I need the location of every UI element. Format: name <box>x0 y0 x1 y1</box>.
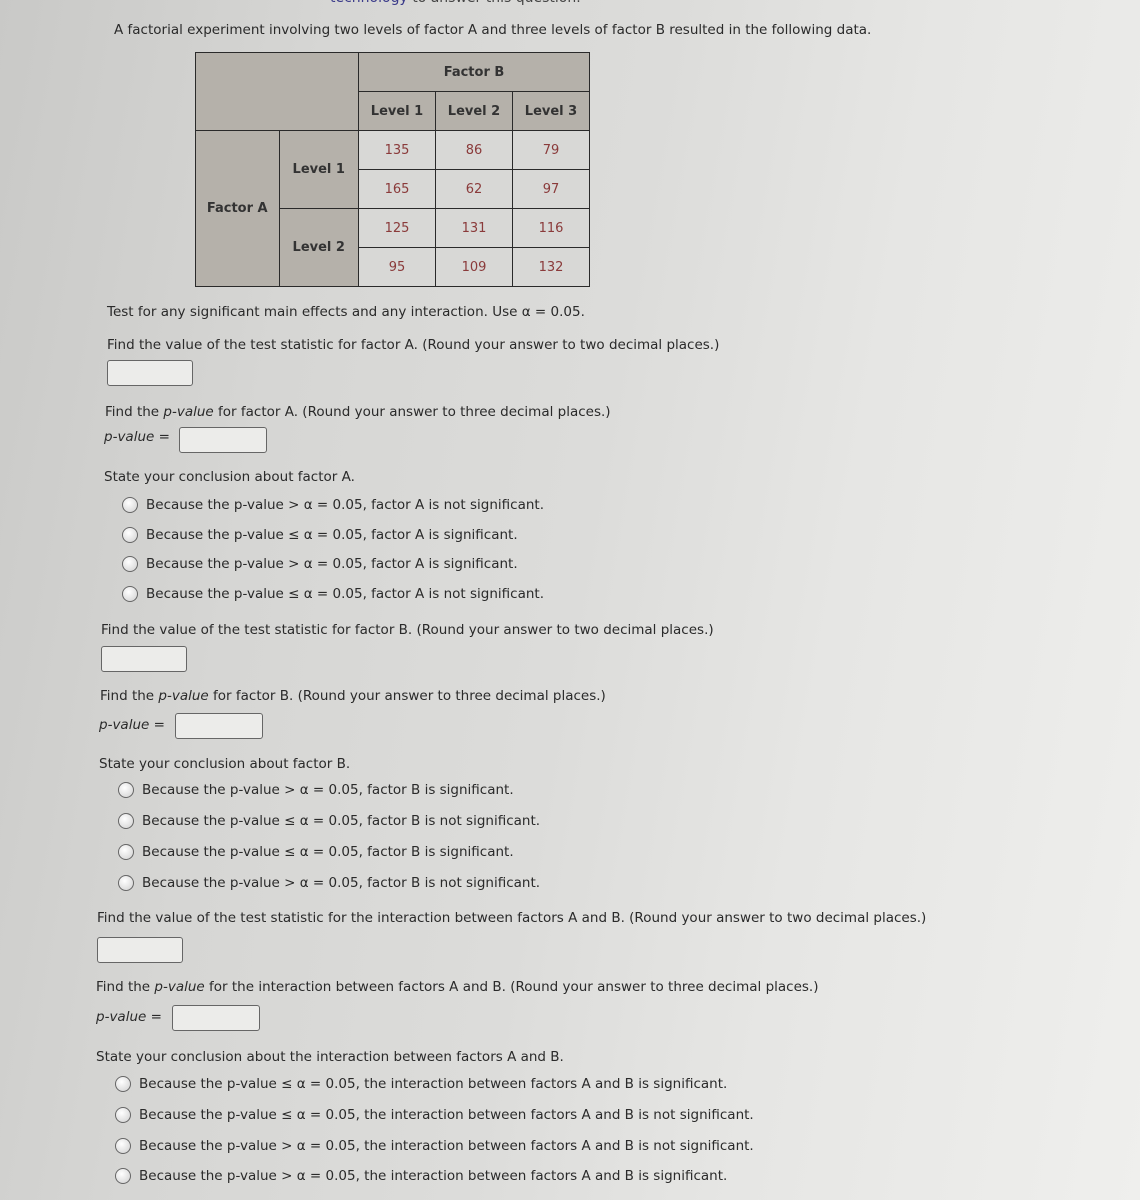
radio-icon[interactable] <box>118 782 134 798</box>
a-test-statistic-input[interactable] <box>107 360 193 386</box>
table-cell: 131 <box>435 208 513 248</box>
table-cell: 165 <box>358 169 436 209</box>
radio-icon[interactable] <box>118 844 134 860</box>
radio-icon[interactable] <box>122 556 138 572</box>
radio-icon[interactable] <box>122 527 138 543</box>
a-level-header: Level 1 <box>278 130 359 209</box>
table-cell: 125 <box>358 208 436 248</box>
ab-option-radio[interactable]: Because the p-value ≤ α = 0.05, the inte… <box>115 1107 754 1123</box>
a-p-label: p-value = <box>104 429 170 445</box>
table-cell: 62 <box>435 169 513 209</box>
ab-p-label: p-value = <box>96 1009 162 1025</box>
b-option-radio[interactable]: Because the p-value ≤ α = 0.05, factor B… <box>118 844 514 860</box>
table-cell: 86 <box>435 130 513 170</box>
a-option-radio[interactable]: Because the p-value ≤ α = 0.05, factor A… <box>122 586 544 602</box>
ab-conclusion-prompt: State your conclusion about the interact… <box>96 1049 564 1065</box>
ab-stat-prompt: Find the value of the test statistic for… <box>97 910 927 926</box>
table-cell: 95 <box>358 247 436 287</box>
ab-test-statistic-input[interactable] <box>97 937 183 963</box>
a-conclusion-prompt: State your conclusion about factor A. <box>104 469 355 485</box>
a-option-radio[interactable]: Because the p-value > α = 0.05, factor A… <box>122 556 518 572</box>
radio-icon[interactable] <box>115 1168 131 1184</box>
table-cell: 132 <box>512 247 590 287</box>
b-level-header: Level 2 <box>435 91 513 131</box>
b-p-value-input[interactable] <box>175 713 263 739</box>
b-p-label: p-value = <box>99 717 165 733</box>
b-level-header: Level 3 <box>512 91 590 131</box>
radio-icon[interactable] <box>118 875 134 891</box>
ab-option-radio[interactable]: Because the p-value > α = 0.05, the inte… <box>115 1168 727 1184</box>
technology-link[interactable]: technology <box>330 0 408 6</box>
a-option-radio[interactable]: Because the p-value > α = 0.05, factor A… <box>122 497 544 513</box>
intro-text: A factorial experiment involving two lev… <box>114 22 872 38</box>
factor-b-header: Factor B <box>358 52 590 92</box>
b-stat-prompt: Find the value of the test statistic for… <box>101 622 714 638</box>
radio-icon[interactable] <box>118 813 134 829</box>
instructions-text: Test for any significant main effects an… <box>107 304 585 320</box>
b-option-radio[interactable]: Because the p-value > α = 0.05, factor B… <box>118 875 540 891</box>
clipped-header-text: technology to answer this question. <box>330 0 581 6</box>
data-table: Factor B Level 1 Level 2 Level 3 Factor … <box>195 52 590 287</box>
b-level-header: Level 1 <box>358 91 436 131</box>
a-option-radio[interactable]: Because the p-value ≤ α = 0.05, factor A… <box>122 527 518 543</box>
ab-option-radio[interactable]: Because the p-value > α = 0.05, the inte… <box>115 1138 754 1154</box>
a-p-value-input[interactable] <box>179 427 267 453</box>
a-level-header: Level 2 <box>278 208 359 287</box>
radio-icon[interactable] <box>115 1138 131 1154</box>
b-option-radio[interactable]: Because the p-value ≤ α = 0.05, factor B… <box>118 813 540 829</box>
ab-p-prompt: Find the p-value for the interaction bet… <box>96 979 819 995</box>
b-p-prompt: Find the p-value for factor B. (Round yo… <box>100 688 606 704</box>
question-page: technology to answer this question. A fa… <box>0 0 1140 1200</box>
radio-icon[interactable] <box>122 497 138 513</box>
table-cell: 79 <box>512 130 590 170</box>
a-p-prompt: Find the p-value for factor A. (Round yo… <box>105 404 611 420</box>
table-cell: 109 <box>435 247 513 287</box>
ab-p-value-input[interactable] <box>172 1005 260 1031</box>
table-cell: 135 <box>358 130 436 170</box>
factor-a-header: Factor A <box>195 130 280 287</box>
table-corner <box>195 52 359 131</box>
radio-icon[interactable] <box>115 1076 131 1092</box>
radio-icon[interactable] <box>122 586 138 602</box>
radio-icon[interactable] <box>115 1107 131 1123</box>
b-conclusion-prompt: State your conclusion about factor B. <box>99 756 351 772</box>
ab-option-radio[interactable]: Because the p-value ≤ α = 0.05, the inte… <box>115 1076 727 1092</box>
b-option-radio[interactable]: Because the p-value > α = 0.05, factor B… <box>118 782 514 798</box>
table-cell: 97 <box>512 169 590 209</box>
table-cell: 116 <box>512 208 590 248</box>
b-test-statistic-input[interactable] <box>101 646 187 672</box>
a-stat-prompt: Find the value of the test statistic for… <box>107 337 720 353</box>
